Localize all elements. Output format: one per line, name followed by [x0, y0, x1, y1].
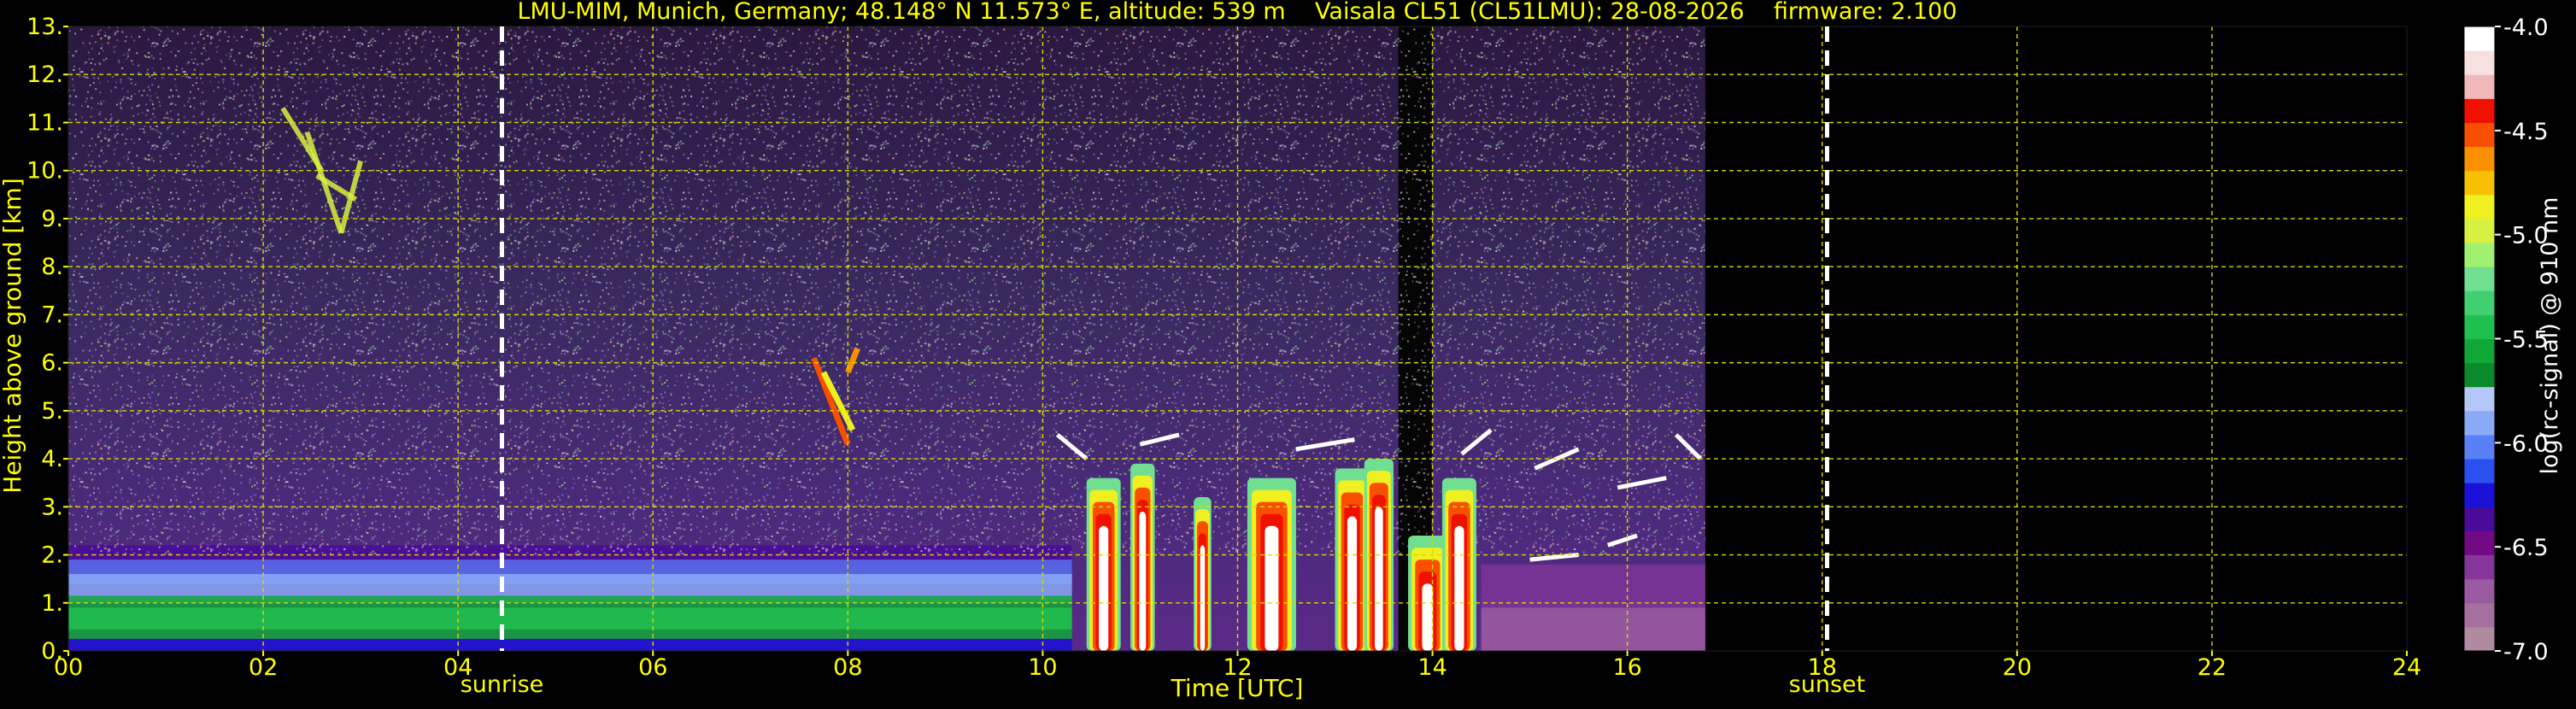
colorbar-segment — [2464, 434, 2495, 460]
y-tick-label: 6. — [41, 350, 63, 377]
colorbar-segment — [2464, 146, 2495, 172]
colorbar-segment — [2464, 314, 2495, 339]
convective-plume — [1375, 507, 1383, 651]
x-tick-label: 14 — [1417, 654, 1446, 681]
boundary-layer-band — [68, 638, 1072, 651]
convective-plume — [1422, 583, 1434, 651]
x-tick-label: 08 — [833, 654, 862, 681]
x-tick-label: 20 — [2003, 654, 2032, 681]
x-tick-label: 04 — [443, 654, 472, 681]
convective-plume — [1200, 545, 1206, 651]
colorbar-segment — [2464, 530, 2495, 556]
convective-plume — [1347, 516, 1358, 651]
x-tick-label: 18 — [1808, 654, 1837, 681]
colorbar-tick-label: -7.0 — [2503, 639, 2549, 665]
colorbar-segment — [2464, 74, 2495, 99]
chart-title: LMU-MIM, Munich, Germany; 48.148° N 11.5… — [517, 0, 1957, 25]
colorbar-segment — [2464, 194, 2495, 220]
y-tick-label: 9. — [41, 206, 63, 232]
y-tick-label: 11. — [26, 109, 63, 136]
y-tick-label: 3. — [41, 494, 63, 520]
colorbar-segment — [2464, 26, 2495, 51]
y-tick-label: 10. — [26, 158, 63, 185]
y-tick-label: 4. — [41, 446, 63, 472]
y-tick-label: 5. — [41, 398, 63, 425]
convective-plume — [1139, 511, 1147, 651]
colorbar-segment — [2464, 338, 2495, 364]
colorbar-segment — [2464, 578, 2495, 604]
colorbar-segment — [2464, 507, 2495, 531]
colorbar-tick-label: -4.0 — [2503, 15, 2549, 41]
colorbar-segment — [2464, 362, 2495, 388]
y-tick-label: 1. — [41, 590, 63, 617]
y-tick-label: 7. — [41, 302, 63, 328]
colorbar-tick-label: -6.5 — [2503, 535, 2549, 561]
plot-area — [68, 26, 1705, 651]
colorbar-segment — [2464, 386, 2495, 412]
colorbar-segment — [2464, 290, 2495, 315]
convective-plume — [1265, 525, 1279, 651]
colorbar-segment — [2464, 626, 2495, 652]
x-axis-label: Time [UTC] — [1171, 674, 1304, 702]
x-tick-label: 06 — [638, 654, 667, 681]
y-tick-label: 13. — [26, 14, 63, 40]
afternoon-layer-upper — [1481, 564, 1705, 608]
colorbar-segment — [2464, 602, 2495, 628]
y-tick-label: 8. — [41, 254, 63, 280]
x-tick-label: 24 — [2392, 654, 2421, 681]
noise-overlay — [68, 26, 1705, 555]
colorbar-segment — [2464, 170, 2495, 196]
colorbar-segment — [2464, 122, 2495, 148]
colorbar-tick-label: -4.5 — [2503, 119, 2549, 145]
colorbar-segment — [2464, 98, 2495, 123]
colorbar-segment — [2464, 483, 2495, 507]
convective-plume — [1099, 525, 1109, 651]
x-tick-label: 16 — [1612, 654, 1641, 681]
colorbar-label: log(rc-signal) @ 910 nm — [2537, 197, 2563, 475]
y-axis-label: Height above ground [km] — [0, 178, 26, 494]
colorbar-segment — [2464, 410, 2495, 436]
afternoon-layer — [1481, 607, 1705, 651]
x-tick-label: 02 — [249, 654, 278, 681]
colorbar-segment — [2464, 50, 2495, 75]
y-tick-label: 2. — [41, 542, 63, 569]
colorbar-segment — [2464, 554, 2495, 580]
chart-svg: sunrise sunset 00 02 04 06 08 10 12 14 16 18 20 22 24… — [0, 0, 2576, 706]
colorbar-segment — [2464, 267, 2495, 291]
y-tick-label: 0. — [41, 638, 63, 665]
y-tick-label: 12. — [26, 62, 63, 88]
colorbar-segment — [2464, 218, 2495, 243]
colorbar-segment — [2464, 459, 2495, 483]
x-tick-label: 22 — [2198, 654, 2227, 681]
ceilometer-chart: sunrise sunset 00 02 04 06 08 10 12 14 16 18 20 22 24… — [0, 0, 2576, 706]
x-tick-label: 10 — [1028, 654, 1057, 681]
convective-plume — [1454, 525, 1464, 651]
boundary-layer-band — [68, 607, 1072, 630]
colorbar-segment — [2464, 243, 2495, 267]
